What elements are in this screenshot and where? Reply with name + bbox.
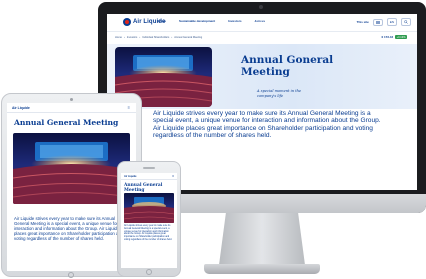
share-price-ticker[interactable]: € 173.42 +0.13% [381,35,407,39]
desktop-subbar: Home › Investors › Individual Shareholde… [107,33,417,43]
nav-item-sustainable-development[interactable]: Sustainable development [179,19,215,23]
nav-tools: This site EN [357,18,411,26]
desktop-top-nav: Air Liquide Group Sustainable developmen… [107,14,417,32]
share-price-change-badge: +0.13% [395,35,407,39]
intro-paragraph: Air Liquide strives every year to make s… [153,110,381,140]
phone-brand-logo[interactable]: Air Liquide [124,175,136,178]
breadcrumb-current: Annual General Meeting [174,36,203,39]
device-mockup-scene: Air Liquide Group Sustainable developmen… [0,0,426,279]
phone-speaker [143,167,155,169]
nav-item-join-us[interactable]: Join us [255,19,266,23]
breadcrumb-home[interactable]: Home [115,36,122,39]
tablet-page-title: Annual General Meeting [14,118,119,127]
phone-hamburger-icon[interactable]: ≡ [172,174,174,178]
tablet-camera-icon [70,98,73,101]
camera-icon [259,5,263,9]
phone-device: Air Liquide ≡ Annual General Meeting Air… [117,161,181,277]
breadcrumb-individual-shareholders[interactable]: Individual Shareholders [142,36,169,39]
breadcrumb-investors[interactable]: Investors [127,36,138,39]
menu-icon[interactable] [372,18,383,26]
tablet-intro-paragraph: Air Liquide strives every year to make s… [14,216,124,241]
monitor-stand [219,213,305,265]
breadcrumb-separator: › [171,36,173,39]
phone-intro-paragraph: Air Liquide strives every year to make s… [124,225,173,241]
breadcrumb: Home › Investors › Individual Shareholde… [115,36,202,39]
phone-auditorium-photo [124,193,174,223]
page-title: Annual Goneral Meeting [241,54,334,78]
monitor-base [204,264,320,274]
phone-top-nav: Air Liquide ≡ [121,173,177,180]
phone-page-title: Annual General Meeting [124,183,163,193]
breadcrumb-separator: › [139,36,141,39]
nav-item-group[interactable]: Group [157,19,166,23]
hero-banner: Annual Goneral Meeting A special moment … [107,44,417,109]
hero-tagline: A special moment in the company's life [257,89,302,98]
language-button[interactable]: EN [386,18,397,26]
search-icon[interactable] [401,18,411,26]
hamburger-icon[interactable]: ≡ [128,105,130,110]
phone-screen: Air Liquide ≡ Annual General Meeting Air… [121,173,177,268]
share-price: € 173.42 [381,35,394,39]
site-selector[interactable]: This site [357,20,369,24]
breadcrumb-separator: › [123,36,125,39]
tablet-brand-logo[interactable]: Air Liquide [12,106,30,110]
tablet-home-button[interactable] [68,272,74,278]
phone-home-button[interactable] [146,269,152,275]
main-nav: Group Sustainable development Investors … [157,19,265,23]
nav-item-investors[interactable]: Investors [228,19,241,23]
logo-icon [123,18,131,26]
tablet-auditorium-photo [13,133,130,204]
tablet-top-nav: Air Liquide ≡ [7,103,136,113]
